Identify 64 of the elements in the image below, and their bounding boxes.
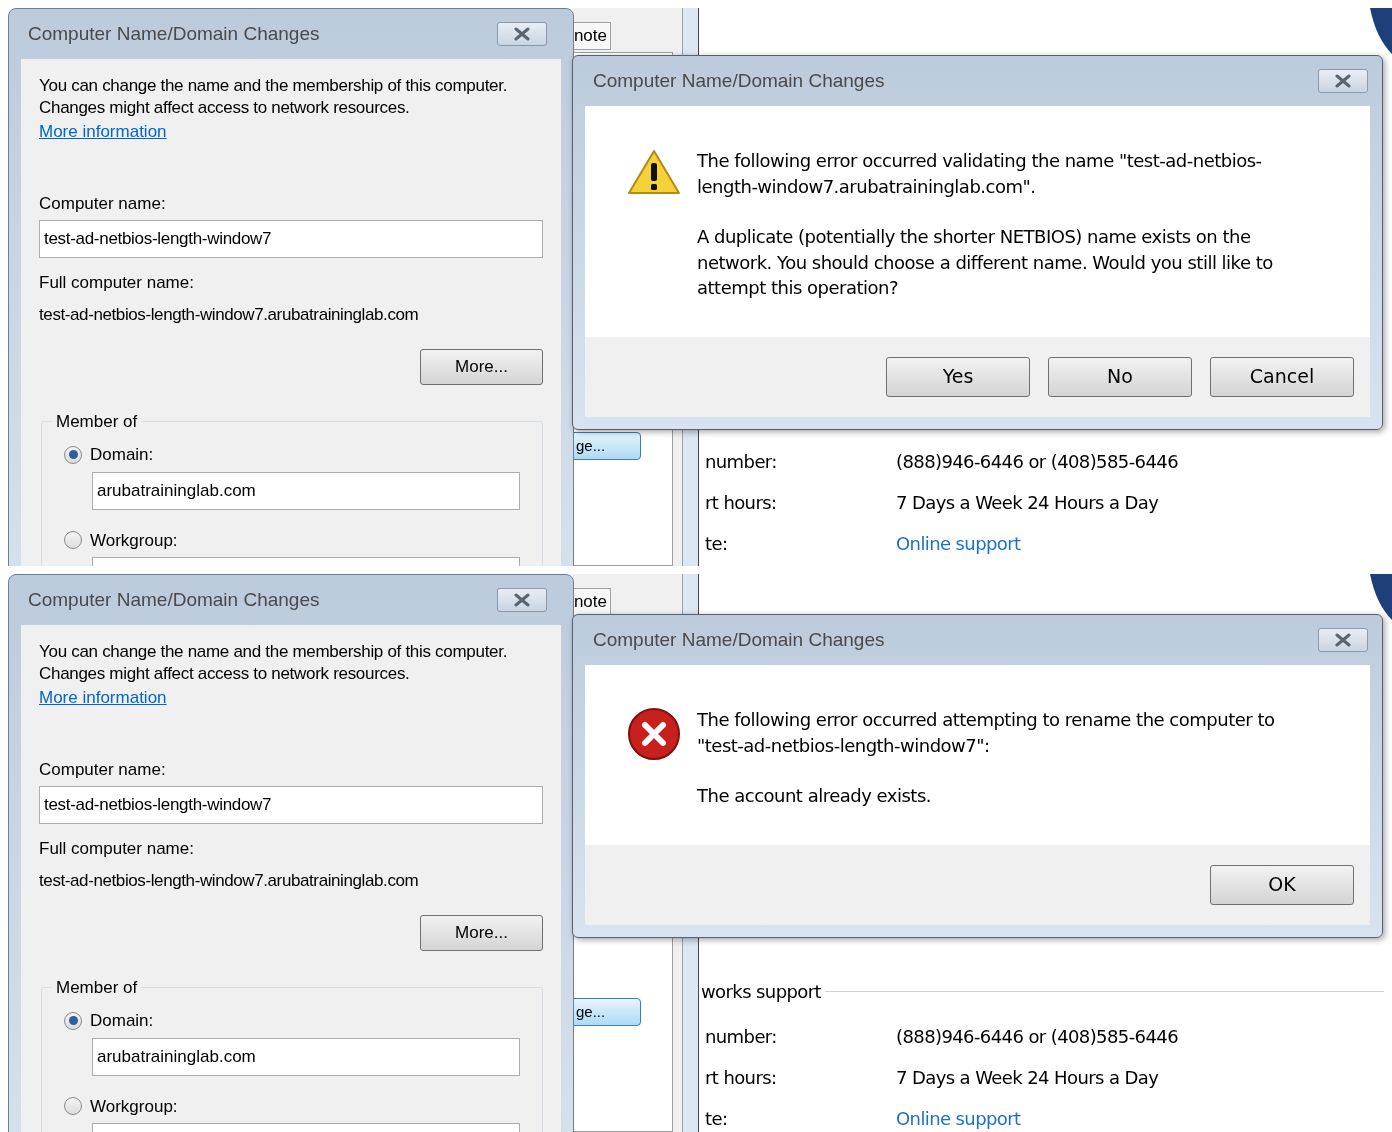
info-value: 7 Days a Week 24 Hours a Day <box>896 491 1159 515</box>
background-button[interactable]: ge... <box>573 998 641 1026</box>
full-computer-name-text: test-ad-netbios-length-window7.arubatraininglab.com <box>39 869 420 892</box>
support-link[interactable]: Online support <box>896 530 1021 557</box>
background-button[interactable]: ge... <box>573 432 641 460</box>
radio-button[interactable] <box>64 445 82 464</box>
close-icon <box>512 27 532 41</box>
close-icon <box>512 593 532 607</box>
message-text: The following error occurred attempting to rename the computer to "test-ad-netbios-length-window7": <box>697 708 1276 758</box>
full-computer-name-label: Full computer name: <box>39 272 195 294</box>
close-button[interactable] <box>497 588 547 612</box>
more-information-link[interactable]: More information <box>39 688 167 707</box>
message-text: A duplicate (potentially the shorter NETBIOS) name exists on the network. You should choose a different name. Would you still like to attempt this operation? <box>697 225 1274 300</box>
window-title: Computer Name/Domain Changes <box>28 21 320 46</box>
text-field[interactable]: arubatraininglab.com <box>92 471 520 510</box>
radio-button[interactable] <box>64 1011 82 1030</box>
dialog-button[interactable]: No <box>1048 356 1192 397</box>
close-button[interactable] <box>1318 69 1368 93</box>
message-text: The account already exists. <box>697 784 933 808</box>
tab[interactable]: note <box>573 22 611 50</box>
info-value: (888)946-6446 or (408)585-6446 <box>896 1025 1178 1049</box>
computer-name-field[interactable]: test-ad-netbios-length-window7 <box>39 786 543 824</box>
close-icon <box>1333 74 1353 88</box>
info-label: number: <box>704 450 778 474</box>
dialog-button[interactable]: Cancel <box>1210 356 1354 397</box>
computer-name-field[interactable]: test-ad-netbios-length-window7 <box>39 220 543 258</box>
description-text: You can change the name and the membership of this computer. Changes might affect access to network resources. <box>39 75 509 119</box>
window-title: Computer Name/Domain Changes <box>593 68 885 93</box>
computer-name-label: Computer name: <box>39 758 167 781</box>
section-title: works support <box>701 980 821 1004</box>
close-icon <box>1333 633 1353 647</box>
info-value: 7 Days a Week 24 Hours a Day <box>896 1066 1159 1090</box>
corner-decoration <box>1370 8 1392 54</box>
radio-label: Domain: <box>90 1010 154 1032</box>
corner-decoration <box>1370 574 1392 620</box>
info-label: number: <box>704 1025 778 1049</box>
close-button[interactable] <box>1318 628 1368 652</box>
more-information-link[interactable]: More information <box>39 122 167 141</box>
support-link[interactable]: Online support <box>896 1105 1021 1132</box>
description-text: You can change the name and the membership of this computer. Changes might affect access to network resources. <box>39 641 509 685</box>
radio-label: Workgroup: <box>90 1095 178 1118</box>
text-field[interactable]: arubatraininglab.com <box>92 1037 520 1076</box>
radio-button[interactable] <box>64 1097 82 1116</box>
info-label: te: <box>704 532 729 556</box>
info-value: (888)946-6446 or (408)585-6446 <box>896 450 1178 474</box>
radio-label: Workgroup: <box>90 529 178 552</box>
computer-name-label: Computer name: <box>39 192 167 215</box>
window-title: Computer Name/Domain Changes <box>28 587 320 612</box>
message-text: The following error occurred validating the name "test-ad-netbios-length-window7.arubatraininglab.com". <box>697 149 1263 199</box>
full-computer-name-label: Full computer name: <box>39 838 195 860</box>
info-label: te: <box>704 1107 729 1131</box>
more-button[interactable]: More... <box>420 915 543 951</box>
info-label: rt hours: <box>704 491 778 515</box>
error-icon <box>627 707 681 761</box>
window-title: Computer Name/Domain Changes <box>593 627 885 652</box>
more-button[interactable]: More... <box>420 349 543 385</box>
dialog-button[interactable]: OK <box>1210 864 1354 905</box>
radio-button[interactable] <box>64 531 82 550</box>
close-button[interactable] <box>497 22 547 46</box>
full-computer-name-text: test-ad-netbios-length-window7.arubatraininglab.com <box>39 303 420 326</box>
warning-icon <box>627 148 681 196</box>
dialog-button[interactable]: Yes <box>886 356 1030 397</box>
radio-label: Domain: <box>90 444 154 466</box>
info-label: rt hours: <box>704 1066 778 1090</box>
